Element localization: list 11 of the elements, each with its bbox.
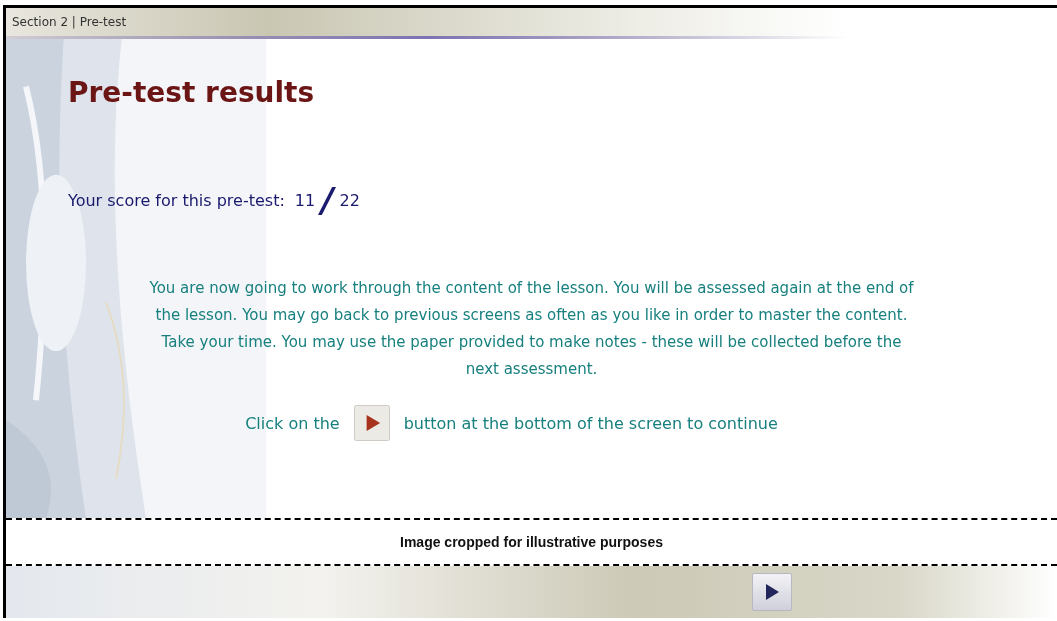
breadcrumb: Section 2 | Pre-test [12, 15, 127, 29]
hint-text: button at the bottom of the screen to continue [403, 413, 778, 433]
score-label: Your score for this pre-test: [68, 190, 285, 210]
hint-text: Click on the [245, 413, 340, 433]
score-value: 11 [294, 190, 316, 210]
next-button-icon [353, 405, 390, 441]
next-button[interactable] [752, 573, 792, 611]
instructions-text: You are now going to work through the content of the lesson. You will be assessed again at the end of the lesson. You may go back to previous screens as often as you like in order to master the content. Take your time. You may use the paper provided to make notes - these will be collected before the next assessment. [148, 278, 915, 380]
crop-note: Image cropped for illustrative purposes [400, 534, 663, 550]
score-total: 22 [339, 190, 360, 210]
page-title: Pre-test results [68, 76, 316, 109]
